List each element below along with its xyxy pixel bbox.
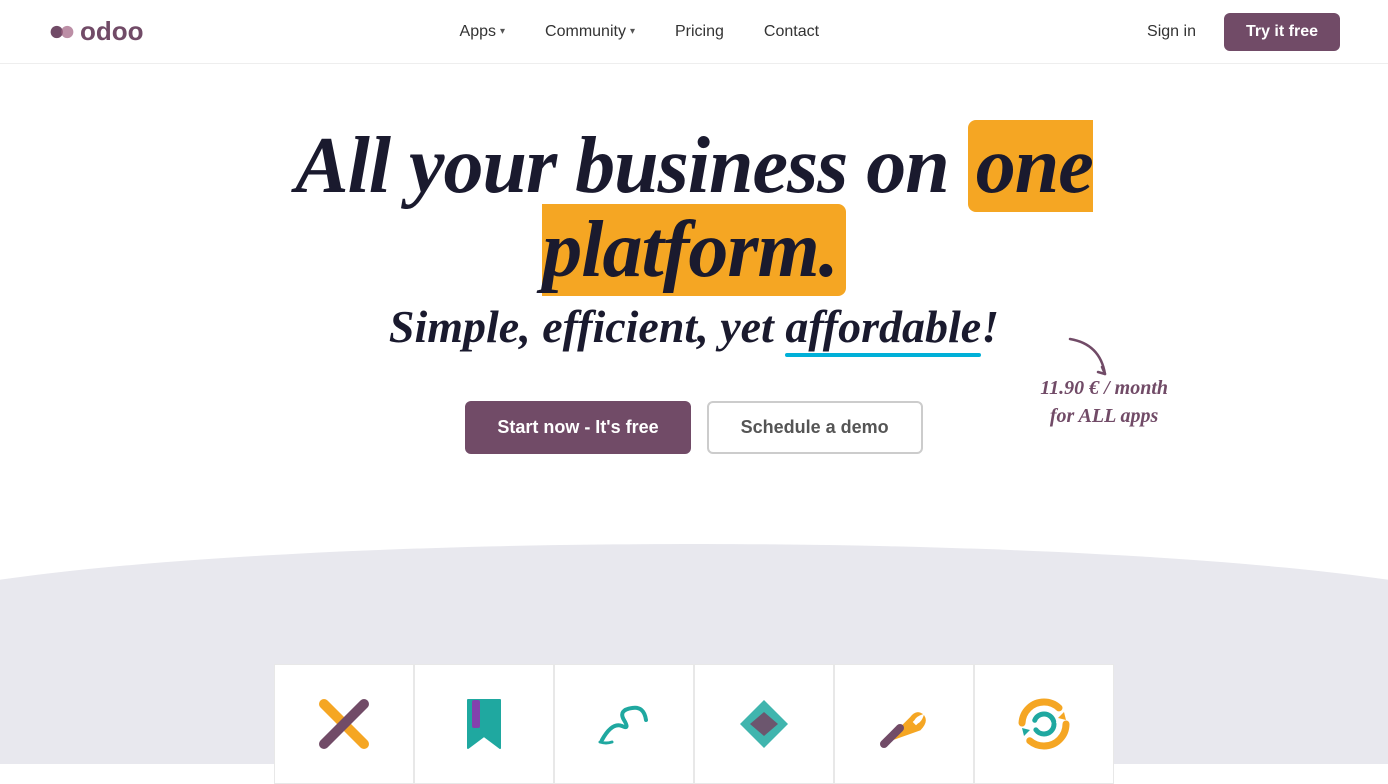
nav-actions: Sign in Try it free [1135,13,1340,51]
nav-contact[interactable]: Contact [748,15,835,49]
nav-apps-label: Apps [460,23,496,41]
nav-apps[interactable]: Apps ▾ [444,15,522,49]
nav-contact-label: Contact [764,23,819,41]
chevron-down-icon: ▾ [630,26,635,37]
logo[interactable]: odoo [48,16,144,47]
nav-community[interactable]: Community ▾ [529,15,651,49]
app-icon-sales[interactable] [274,664,414,784]
sign-in-button[interactable]: Sign in [1135,15,1208,49]
app-icon-projects[interactable] [414,664,554,784]
navbar: odoo Apps ▾ Community ▾ Pricing Contact … [0,0,1388,64]
price-arrow-icon [1060,334,1120,384]
start-now-button[interactable]: Start now - It's free [465,401,690,454]
nav-pricing-label: Pricing [675,23,724,41]
hero-subtitle-part1: Simple, efficient, yet [389,301,785,352]
hero-subtitle-part2: ! [981,301,999,352]
hero-subtitle-highlight: affordable [785,300,981,353]
curved-section [0,584,1388,764]
nav-community-label: Community [545,23,626,41]
hero-buttons: Start now - It's free Schedule a demo [465,401,922,454]
hero-title-part1: All your business on [295,122,968,210]
schedule-demo-button[interactable]: Schedule a demo [707,401,923,454]
hero-section: All your business on one platform. Simpl… [0,64,1388,524]
logo-text: odoo [80,16,144,47]
nav-links: Apps ▾ Community ▾ Pricing Contact [144,15,1136,49]
hero-title: All your business on one platform. [144,124,1244,292]
price-annotation: 11.90 € / monthfor ALL apps [1040,374,1168,430]
app-icon-maintenance[interactable] [834,664,974,784]
chevron-down-icon: ▾ [500,26,505,37]
nav-pricing[interactable]: Pricing [659,15,740,49]
hero-subtitle: Simple, efficient, yet affordable! [389,300,999,353]
app-icon-sign[interactable] [554,664,694,784]
try-it-free-button[interactable]: Try it free [1224,13,1340,51]
app-icon-ecommerce[interactable] [694,664,834,784]
app-icon-subscriptions[interactable] [974,664,1114,784]
apps-row [274,664,1114,784]
